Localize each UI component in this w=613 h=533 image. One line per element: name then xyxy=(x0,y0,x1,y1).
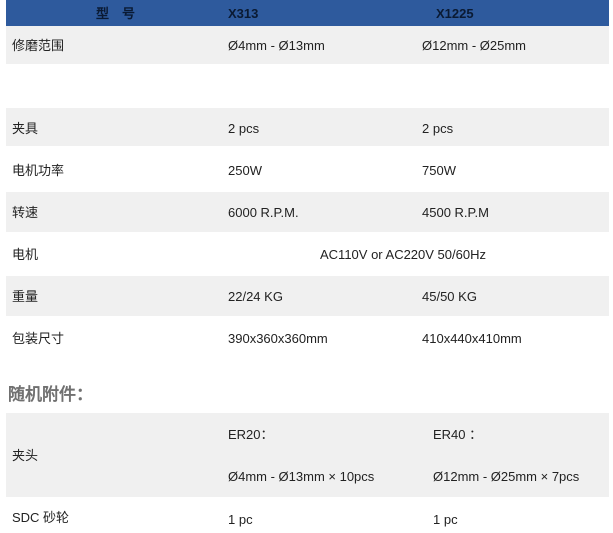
row-wheel: SDC 砂轮 1 pc 1 pc xyxy=(6,498,609,533)
collet-value-er40: Ø12mm - Ø25mm × 7pcs xyxy=(433,469,580,484)
row-motor: 电机 AC110V or AC220V 50/60Hz xyxy=(6,234,609,274)
row-package: 包装尺寸 390x360x360mm 410x440x410mm xyxy=(6,318,609,358)
value-speed-x313: 6000 R.P.M. xyxy=(228,205,299,220)
label-collet: 夹头 xyxy=(12,448,39,463)
value-package-x1225: 410x440x410mm xyxy=(422,331,522,346)
row-range: 修磨范围 Ø4mm - Ø13mm Ø12mm - Ø25mm xyxy=(6,26,609,64)
header-x313: X313 xyxy=(228,6,259,21)
row-clamp: 夹具 2 pcs 2 pcs xyxy=(6,108,609,146)
row-power: 电机功率 250W 750W xyxy=(6,150,609,190)
value-package-x313: 390x360x360mm xyxy=(228,331,328,346)
spec-page: 型 号 X313 X1225 修磨范围 Ø4mm - Ø13mm Ø12mm -… xyxy=(0,0,613,533)
value-range-x1225: Ø12mm - Ø25mm xyxy=(422,38,527,53)
accessories-title: 随机附件： xyxy=(8,385,93,405)
row-collet: 夹头 ER20： ER40 ： Ø4mm - Ø13mm × 10pcs Ø12… xyxy=(6,413,609,497)
value-wheel-x1225: 1 pc xyxy=(433,512,458,527)
label-power: 电机功率 xyxy=(12,163,65,178)
value-clamp-x313: 2 pcs xyxy=(228,121,260,136)
value-weight-x313: 22/24 KG xyxy=(228,289,283,304)
row-weight: 重量 22/24 KG 45/50 KG xyxy=(6,276,609,316)
model-label: 型 号 xyxy=(96,6,136,21)
label-package: 包装尺寸 xyxy=(12,331,65,346)
table-header: 型 号 X313 X1225 xyxy=(6,0,609,26)
label-clamp: 夹具 xyxy=(12,121,39,136)
header-x1225: X1225 xyxy=(436,6,474,21)
label-weight: 重量 xyxy=(12,289,39,304)
label-motor: 电机 xyxy=(12,247,39,262)
value-motor: AC110V or AC220V 50/60Hz xyxy=(320,247,486,262)
value-weight-x1225: 45/50 KG xyxy=(422,289,477,304)
collet-model-er20: ER20： xyxy=(228,427,274,442)
label-wheel: SDC 砂轮 xyxy=(12,510,70,525)
value-range-x313: Ø4mm - Ø13mm xyxy=(228,38,325,53)
label-speed: 转速 xyxy=(12,205,39,220)
value-wheel-x313: 1 pc xyxy=(228,512,253,527)
value-speed-x1225: 4500 R.P.M xyxy=(422,205,489,220)
collet-value-er20: Ø4mm - Ø13mm × 10pcs xyxy=(228,469,375,484)
row-speed: 转速 6000 R.P.M. 4500 R.P.M xyxy=(6,192,609,232)
value-clamp-x1225: 2 pcs xyxy=(422,121,454,136)
value-power-x313: 250W xyxy=(228,163,262,178)
value-power-x1225: 750W xyxy=(422,163,456,178)
collet-model-er40: ER40 ： xyxy=(433,427,483,442)
label-range: 修磨范围 xyxy=(12,38,65,53)
